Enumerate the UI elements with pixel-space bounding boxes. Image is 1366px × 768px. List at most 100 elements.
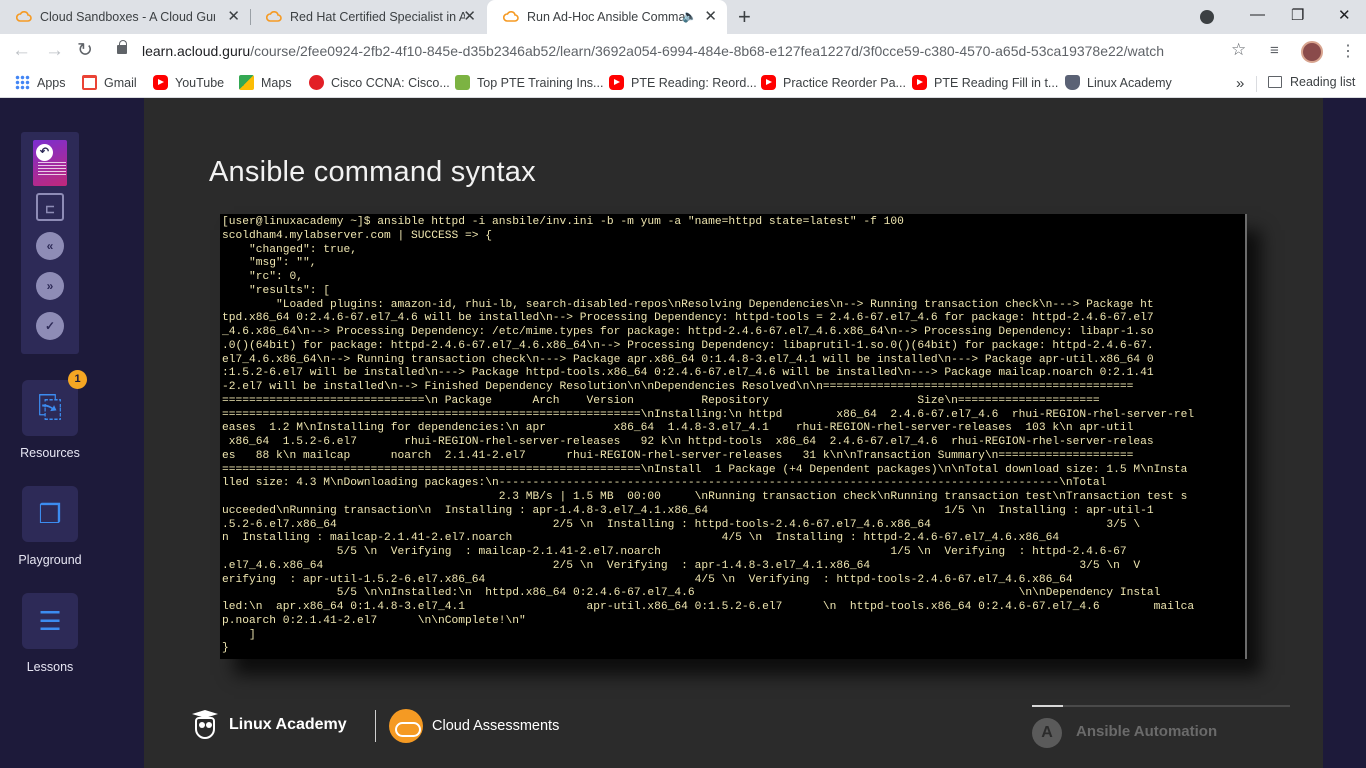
bookmark-pte-reading-fill[interactable]: PTE Reading Fill in t...	[912, 75, 1058, 90]
bookmark-gmail[interactable]: Gmail	[82, 75, 137, 90]
ansible-logo-icon: A	[1032, 718, 1062, 748]
bookmark-youtube[interactable]: YouTube	[153, 75, 224, 90]
close-tab-icon[interactable]: ✕	[227, 9, 240, 25]
resources-button[interactable]: ⎘	[22, 380, 78, 436]
media-control-icon[interactable]: ≡	[1270, 42, 1279, 59]
cloud-icon	[389, 709, 423, 743]
bookmark-label: Gmail	[104, 75, 137, 90]
bookmark-star-icon[interactable]: ☆	[1231, 40, 1246, 60]
bookmark-linux-academy[interactable]: Linux Academy	[1065, 75, 1172, 90]
thumbnail-text-lines	[38, 162, 66, 176]
tab-title: Run Ad-Hoc Ansible Comma	[527, 10, 686, 24]
tab-search-icon[interactable]	[1200, 10, 1214, 24]
page-right-margin	[1323, 98, 1366, 768]
lesson-page: ↶ ⊏ « » ✓ ⎘ 1 Resources ❒ Playground ☰ L…	[0, 98, 1366, 768]
toggle-sidebar-icon[interactable]: ⊏	[36, 193, 64, 221]
youtube-icon	[609, 75, 624, 90]
url-host: learn.acloud.guru	[142, 43, 251, 59]
bookmark-label: PTE Reading: Reord...	[631, 75, 757, 90]
owl-icon	[191, 710, 219, 740]
paperclip-icon: ⎘	[38, 391, 62, 424]
close-window-button[interactable]: ✕	[1338, 6, 1351, 24]
new-tab-button[interactable]: +	[738, 6, 751, 28]
maximize-button[interactable]: ❐	[1291, 6, 1304, 24]
course-sidebar: ↶ ⊏ « » ✓ ⎘ 1 Resources ❒ Playground ☰ L…	[0, 98, 100, 768]
linux-academy-icon	[1065, 75, 1080, 90]
tab-title: Cloud Sandboxes - A Cloud Guru	[40, 10, 215, 24]
bookmark-pte-training[interactable]: Top PTE Training Ins...	[455, 75, 603, 90]
forward-button[interactable]: →	[45, 41, 64, 61]
cloud-assessments-logo: Cloud Assessments	[389, 709, 559, 743]
youtube-icon	[153, 75, 168, 90]
reading-list-icon	[1268, 76, 1282, 88]
course-controls: ↶ ⊏ « » ✓	[21, 132, 79, 354]
maps-icon	[239, 75, 254, 90]
fast-forward-icon[interactable]: »	[36, 272, 64, 300]
profile-avatar[interactable]	[1301, 41, 1323, 63]
cloud-assessments-label: Cloud Assessments	[432, 718, 560, 734]
bookmark-label: Linux Academy	[1087, 75, 1172, 90]
bookmark-label: Apps	[37, 75, 66, 90]
speaker-icon[interactable]: 🔈	[682, 9, 697, 23]
lock-icon[interactable]	[117, 40, 127, 54]
reading-list-label: Reading list	[1290, 75, 1356, 89]
bookmarks-bar: Apps Gmail YouTube Maps Cisco CCNA: Cisc…	[0, 70, 1366, 98]
bookmark-practice-reorder[interactable]: Practice Reorder Pa...	[761, 75, 906, 90]
bookmark-label: Top PTE Training Ins...	[477, 75, 604, 90]
acg-cloud-icon	[16, 11, 32, 22]
bookmark-maps[interactable]: Maps	[239, 75, 292, 90]
terminal-screenshot: [user@linuxacademy ~]$ ansible httpd -i …	[220, 214, 1247, 659]
resources-label: Resources	[20, 446, 80, 460]
pte-icon	[455, 75, 470, 90]
linux-academy-logo: Linux Academy	[191, 710, 347, 740]
slide-progress-fill	[1032, 705, 1063, 707]
cube-icon: ❒	[38, 499, 62, 529]
gmail-icon	[82, 75, 97, 90]
apps-icon	[15, 75, 30, 90]
ansible-automation-label: Ansible Automation	[1076, 723, 1218, 740]
lessons-button[interactable]: ☰	[22, 593, 78, 649]
tab-cloud-sandboxes[interactable]: Cloud Sandboxes - A Cloud Guru ✕	[0, 0, 251, 34]
youtube-icon	[761, 75, 776, 90]
cisco-icon	[309, 75, 324, 90]
youtube-icon	[912, 75, 927, 90]
slide-title: Ansible command syntax	[209, 156, 536, 188]
playground-label: Playground	[18, 553, 82, 567]
acg-cloud-icon	[266, 11, 282, 22]
footer-divider	[375, 710, 376, 742]
reload-button[interactable]: ↻	[77, 41, 93, 61]
more-bookmarks-icon[interactable]: »	[1236, 75, 1244, 92]
bookmark-apps[interactable]: Apps	[15, 75, 66, 90]
bookmark-label: Cisco CCNA: Cisco...	[331, 75, 450, 90]
back-button[interactable]: ←	[12, 41, 31, 61]
close-tab-icon[interactable]: ✕	[463, 9, 476, 25]
tab-run-ad-hoc-ansible[interactable]: Run Ad-Hoc Ansible Comma 🔈 ✕	[487, 0, 727, 34]
url-path: /course/2fee0924-2fb2-4f10-845e-d35b2346…	[250, 43, 1165, 59]
mark-complete-icon[interactable]: ✓	[36, 312, 64, 340]
rewind-icon[interactable]: «	[36, 232, 64, 260]
browser-tab-strip: Cloud Sandboxes - A Cloud Guru ✕ Red Hat…	[0, 0, 1366, 34]
reading-list-button[interactable]: Reading list	[1268, 75, 1355, 89]
tab-red-hat-specialist[interactable]: Red Hat Certified Specialist in An ✕	[250, 0, 486, 34]
linux-academy-label: Linux Academy	[229, 716, 347, 733]
resources-badge: 1	[68, 370, 87, 389]
close-tab-icon[interactable]: ✕	[704, 9, 717, 25]
bookmark-label: Practice Reorder Pa...	[783, 75, 906, 90]
back-arrow-icon[interactable]: ↶	[36, 144, 53, 161]
minimize-button[interactable]: —	[1250, 6, 1265, 23]
bookmark-label: PTE Reading Fill in t...	[934, 75, 1059, 90]
bookmark-label: YouTube	[175, 75, 225, 90]
playground-button[interactable]: ❒	[22, 486, 78, 542]
bookmark-pte-reading-reorder[interactable]: PTE Reading: Reord...	[609, 75, 757, 90]
slide-progress-bar	[1032, 705, 1290, 707]
browser-menu-icon[interactable]: ⋮	[1340, 41, 1356, 61]
bookmark-cisco[interactable]: Cisco CCNA: Cisco...	[309, 75, 450, 90]
terminal-output: [user@linuxacademy ~]$ ansible httpd -i …	[222, 216, 1195, 655]
address-bar[interactable]: learn.acloud.guru/course/2fee0924-2fb2-4…	[142, 43, 1164, 59]
video-player[interactable]: Ansible command syntax [user@linuxacadem…	[144, 98, 1323, 768]
lessons-label: Lessons	[26, 660, 74, 674]
bookmark-label: Maps	[261, 75, 292, 90]
acg-cloud-icon	[503, 11, 519, 22]
course-thumbnail[interactable]: ↶	[33, 140, 67, 186]
list-icon: ☰	[38, 606, 62, 636]
